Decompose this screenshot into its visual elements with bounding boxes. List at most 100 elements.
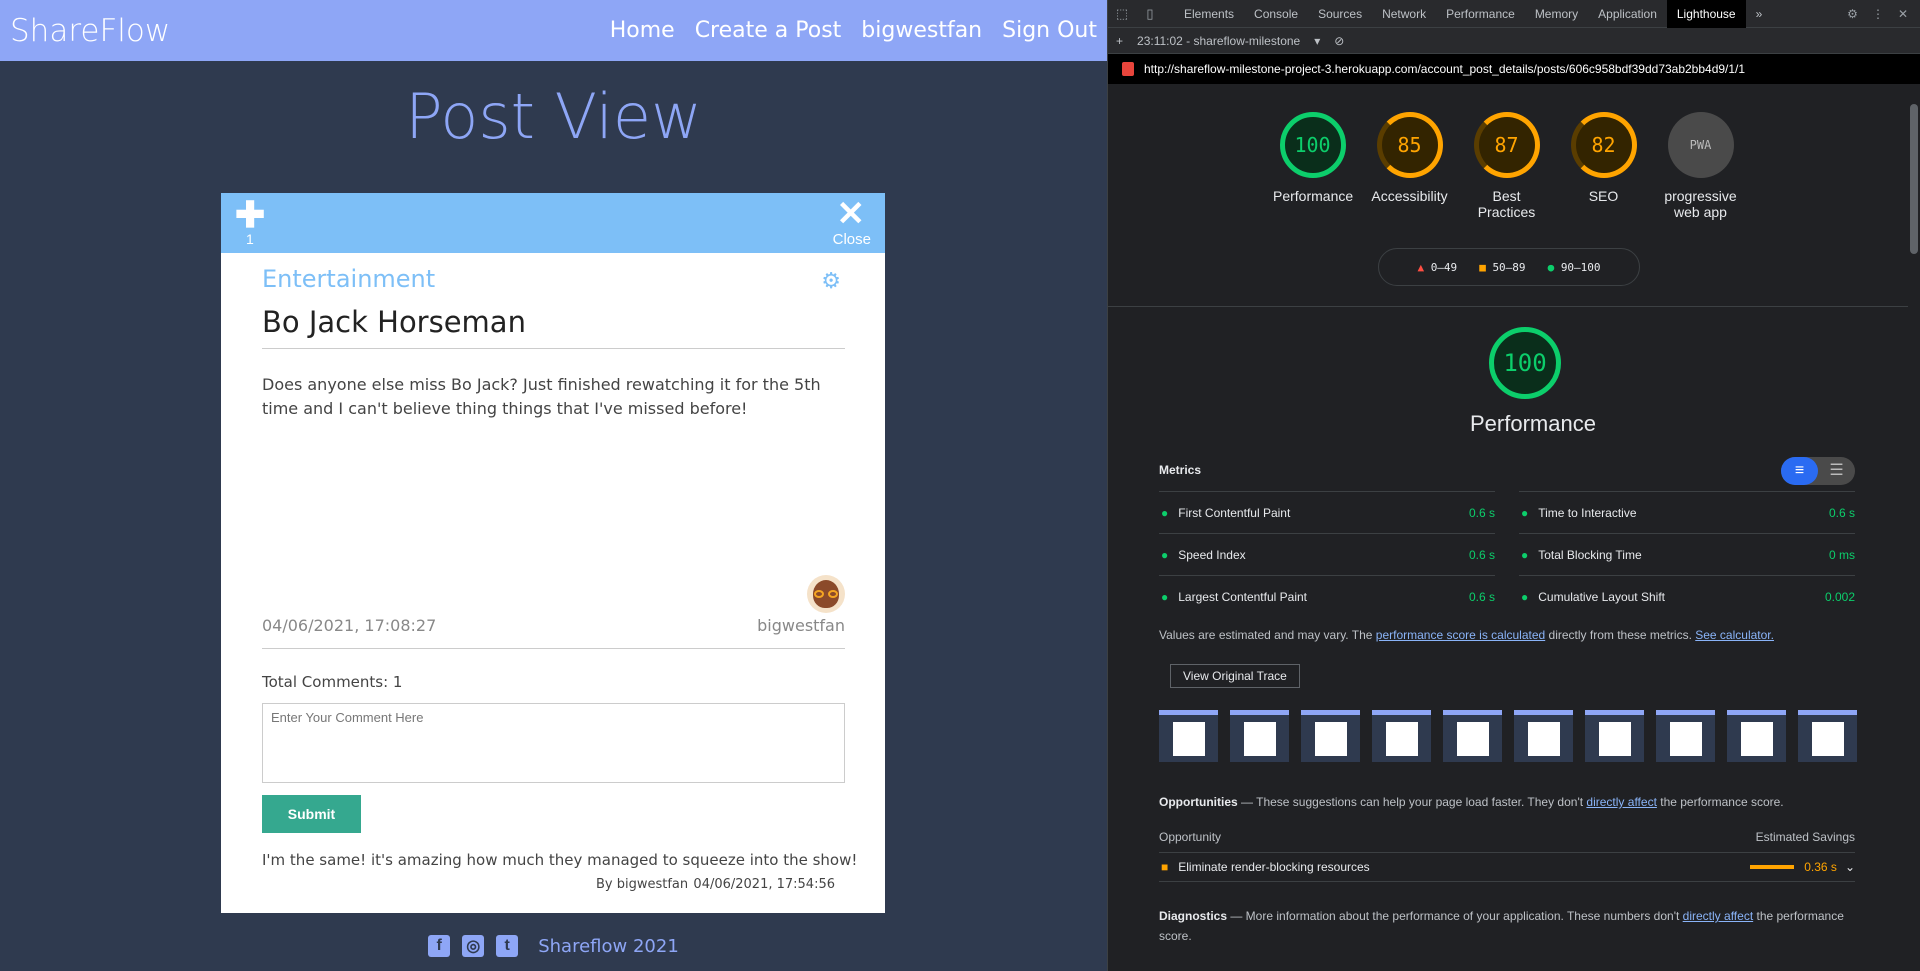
filmstrip-frame — [1798, 710, 1857, 762]
metrics-view-toggle[interactable]: ≡ ☰ — [1781, 457, 1855, 485]
scrollbar[interactable] — [1908, 84, 1920, 971]
metric-row: ● Time to Interactive 0.6 s — [1519, 491, 1855, 533]
device-toggle-icon[interactable]: ▯ — [1136, 6, 1164, 22]
nav-sign-out[interactable]: Sign Out — [1002, 18, 1097, 43]
scrollbar-thumb[interactable] — [1910, 104, 1918, 254]
directly-affect-link[interactable]: directly affect — [1683, 909, 1753, 923]
instagram-icon[interactable]: ◎ — [462, 935, 485, 957]
devtools-tabs: Elements Console Sources Network Perform… — [1174, 0, 1772, 28]
opportunities-title: Opportunities — [1159, 795, 1238, 809]
kebab-menu-icon[interactable]: ⋮ — [1872, 7, 1884, 21]
score-label: Performance — [1273, 188, 1354, 204]
twitter-icon[interactable]: t — [496, 935, 519, 957]
score-performance[interactable]: 100 Performance — [1273, 112, 1354, 220]
tab-elements[interactable]: Elements — [1174, 0, 1244, 28]
pass-dot-icon: ● — [1161, 589, 1169, 604]
lighthouse-toolbar: + 23:11:02 - shareflow-milestone ▾ ⊘ — [1108, 28, 1920, 54]
pass-dot-icon: ● — [1161, 547, 1169, 562]
report-url[interactable]: http://shareflow-milestone-project-3.her… — [1144, 62, 1745, 76]
metric-value: 0.6 s — [1828, 505, 1855, 520]
score-label: Best Practices — [1477, 188, 1536, 220]
values-note-text: Values are estimated and may vary. The — [1159, 628, 1376, 642]
see-calculator-link[interactable]: See calculator. — [1695, 628, 1774, 642]
tab-application[interactable]: Application — [1588, 0, 1667, 28]
close-label[interactable]: Close — [833, 231, 871, 248]
avatar — [807, 575, 845, 613]
legend-fail: ▲ 0–49 — [1417, 261, 1457, 274]
nav-create-post[interactable]: Create a Post — [695, 18, 842, 43]
filmstrip-frame — [1230, 710, 1289, 762]
devtools-panel: ⬚ ▯ Elements Console Sources Network Per… — [1107, 0, 1920, 971]
tab-network[interactable]: Network — [1372, 0, 1436, 28]
metric-row: ● First Contentful Paint 0.6 s — [1159, 491, 1495, 533]
tab-lighthouse[interactable]: Lighthouse — [1666, 0, 1746, 28]
score-label: progressive web app — [1664, 188, 1737, 220]
tab-memory[interactable]: Memory — [1525, 0, 1588, 28]
more-tabs-icon[interactable]: » — [1746, 0, 1773, 28]
metric-row: ● Cumulative Layout Shift 0.002 — [1519, 575, 1855, 617]
facebook-icon[interactable]: f — [428, 935, 451, 957]
nav-profile[interactable]: bigwestfan — [861, 18, 982, 43]
brand-logo[interactable]: ShareFlow — [10, 13, 170, 49]
metric-row: ● Speed Index 0.6 s — [1159, 533, 1495, 575]
view-trace-button[interactable]: View Original Trace — [1170, 664, 1300, 688]
submit-button[interactable]: Submit — [262, 795, 361, 833]
pass-dot-icon: ● — [1521, 589, 1529, 604]
performance-label: Performance — [1470, 411, 1596, 436]
chevron-down-icon[interactable]: ▾ — [1314, 34, 1320, 48]
metric-name: Total Blocking Time — [1538, 547, 1642, 562]
filmstrip-frame — [1585, 710, 1644, 762]
divider — [262, 348, 845, 349]
gauge: 100 — [1279, 112, 1346, 178]
square-icon: ■ — [1479, 260, 1486, 274]
add-report-icon[interactable]: + — [1116, 34, 1123, 48]
post-body: Does anyone else miss Bo Jack? Just fini… — [262, 375, 821, 418]
score-pwa[interactable]: PWA progressive web app — [1661, 112, 1740, 220]
metric-name: Time to Interactive — [1538, 505, 1637, 520]
filmstrip-frame — [1159, 710, 1218, 762]
pass-dot-icon: ● — [1521, 547, 1529, 562]
score-accessibility[interactable]: 85 Accessibility — [1370, 112, 1449, 220]
gear-icon[interactable]: ⚙ — [1847, 7, 1858, 21]
opportunity-row[interactable]: ■ Eliminate render-blocking resources 0.… — [1159, 852, 1855, 882]
savings-bar — [1750, 865, 1795, 869]
tab-performance[interactable]: Performance — [1436, 0, 1525, 28]
post-date: 04/06/2021, 17:08:27 — [262, 616, 437, 635]
metrics-grid: ● First Contentful Paint 0.6 s ● Time to In… — [1159, 491, 1855, 617]
inspect-icon[interactable]: ⬚ — [1108, 6, 1136, 22]
score-seo[interactable]: 82 SEO — [1564, 112, 1643, 220]
metric-row: ● Largest Contentful Paint 0.6 s — [1159, 575, 1495, 617]
score-best-practices[interactable]: 87 Best Practices — [1467, 112, 1546, 220]
nav-home[interactable]: Home — [610, 18, 675, 43]
chevron-down-icon[interactable]: ⌄ — [1845, 860, 1855, 874]
close-icon[interactable]: ✕ — [1898, 7, 1908, 21]
gauge: 85 — [1376, 112, 1443, 178]
score-calculated-link[interactable]: performance score is calculated — [1376, 628, 1545, 642]
plus-icon[interactable]: ✚ — [235, 197, 265, 233]
expanded-view-icon[interactable]: ☰ — [1818, 457, 1855, 485]
tab-console[interactable]: Console — [1244, 0, 1308, 28]
filmstrip-frame — [1301, 710, 1360, 762]
directly-affect-link[interactable]: directly affect — [1586, 795, 1656, 809]
comment-text: I'm the same! it's amazing how much they… — [262, 851, 858, 869]
shareflow-app: ShareFlow Home Create a Post bigwestfan … — [0, 0, 1107, 971]
close-icon[interactable]: ✕ — [837, 195, 866, 233]
compact-view-icon[interactable]: ≡ — [1781, 457, 1818, 485]
legend-label: 0–49 — [1430, 260, 1458, 274]
pass-dot-icon: ● — [1161, 505, 1169, 520]
filmstrip — [1159, 710, 1857, 762]
gear-icon[interactable]: ⚙ — [821, 268, 841, 294]
divider — [1108, 306, 1920, 307]
score-gauges: 100 Performance 85 Accessibility 87 Best… — [1273, 112, 1740, 220]
savings-column: Estimated Savings — [1755, 830, 1855, 844]
comment-input[interactable] — [262, 703, 845, 783]
clear-icon[interactable]: ⊘ — [1334, 34, 1344, 48]
values-note: Values are estimated and may vary. The p… — [1159, 628, 1859, 642]
triangle-icon: ▲ — [1417, 260, 1425, 274]
tab-sources[interactable]: Sources — [1308, 0, 1372, 28]
values-note-text: directly from these metrics. — [1545, 628, 1696, 642]
report-selector[interactable]: 23:11:02 - shareflow-milestone — [1137, 34, 1300, 48]
filmstrip-frame — [1443, 710, 1502, 762]
square-icon: ■ — [1161, 860, 1169, 874]
pwa-badge: PWA — [1667, 112, 1734, 178]
